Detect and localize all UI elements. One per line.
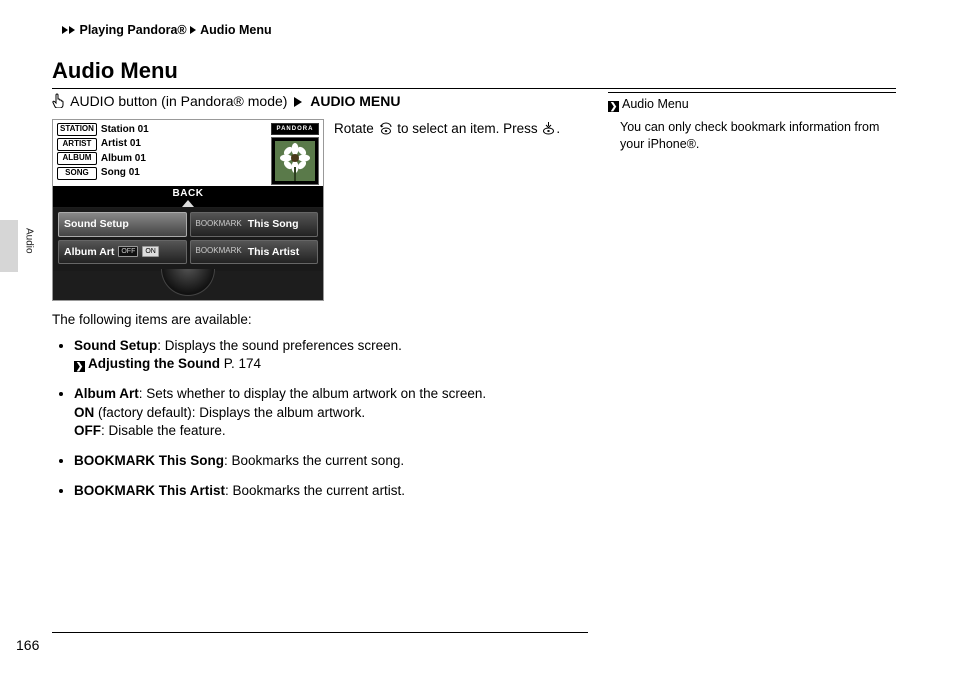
section-thumb-tab — [0, 220, 18, 272]
side-note-heading: Audio Menu — [622, 97, 689, 111]
info-val-song: Song 01 — [101, 166, 265, 180]
section-tab-label: Audio — [22, 228, 36, 254]
back-label: BACK — [173, 188, 204, 199]
page-title: Audio Menu — [52, 56, 896, 89]
operation-path-target: AUDIO MENU — [310, 93, 400, 109]
xref-icon: ❯ — [74, 361, 85, 372]
dial-graphic — [161, 269, 215, 296]
breadcrumb-level1: Playing Pandora® — [79, 23, 186, 37]
main-column: AUDIO button (in Pandora® mode) AUDIO ME… — [52, 92, 588, 513]
breadcrumb-level2: Audio Menu — [200, 23, 272, 37]
info-tag-station: STATION — [57, 123, 97, 136]
operation-path-text: AUDIO button (in Pandora® mode) — [70, 93, 287, 109]
info-val-artist: Artist 01 — [101, 137, 265, 151]
item-bookmark-artist: BOOKMARK This Artist: Bookmarks the curr… — [74, 482, 588, 500]
note-icon: ❯ — [608, 101, 619, 112]
path-arrow-icon — [294, 97, 302, 107]
up-caret-icon — [182, 200, 194, 207]
items-intro: The following items are available: — [52, 311, 588, 329]
breadcrumb: Playing Pandora® Audio Menu — [62, 22, 272, 39]
menu-album-art: Album Art OFFON — [58, 240, 187, 264]
info-tag-artist: ARTIST — [57, 138, 97, 151]
item-bookmark-song: BOOKMARK This Song: Bookmarks the curren… — [74, 452, 588, 470]
hand-press-icon — [52, 93, 64, 113]
menu-bookmark-song: BOOKMARKThis Song — [190, 212, 319, 236]
item-album-art: Album Art: Sets whether to display the a… — [74, 385, 588, 440]
menu-bookmark-artist: BOOKMARKThis Artist — [190, 240, 319, 264]
rotate-instruction: Rotate to select an item. Press . — [334, 119, 588, 140]
side-note-body: You can only check bookmark information … — [608, 119, 896, 153]
page-number: 166 — [16, 636, 39, 655]
album-art-thumbnail — [271, 137, 319, 185]
menu-sound-setup: Sound Setup — [58, 212, 187, 236]
breadcrumb-arrow-icon — [62, 26, 68, 34]
info-tag-song: SONG — [57, 167, 97, 180]
breadcrumb-arrow-icon — [190, 26, 196, 34]
item-list: Sound Setup: Displays the sound preferen… — [52, 337, 588, 501]
device-screenshot: STATION Station 01 ARTIST Artist 01 ALBU… — [52, 119, 324, 301]
side-note-column: ❯Audio Menu You can only check bookmark … — [608, 92, 896, 636]
operation-path: AUDIO button (in Pandora® mode) AUDIO ME… — [52, 92, 588, 113]
breadcrumb-arrow-icon — [69, 26, 75, 34]
info-val-album: Album 01 — [101, 152, 265, 166]
info-val-station: Station 01 — [101, 123, 265, 137]
info-tag-album: ALBUM — [57, 152, 97, 165]
rotate-knob-icon — [379, 122, 393, 140]
pandora-logo: PANDORA — [271, 123, 319, 135]
press-knob-icon — [542, 121, 555, 140]
item-sound-setup: Sound Setup: Displays the sound preferen… — [74, 337, 588, 373]
footer-rule — [52, 632, 588, 633]
